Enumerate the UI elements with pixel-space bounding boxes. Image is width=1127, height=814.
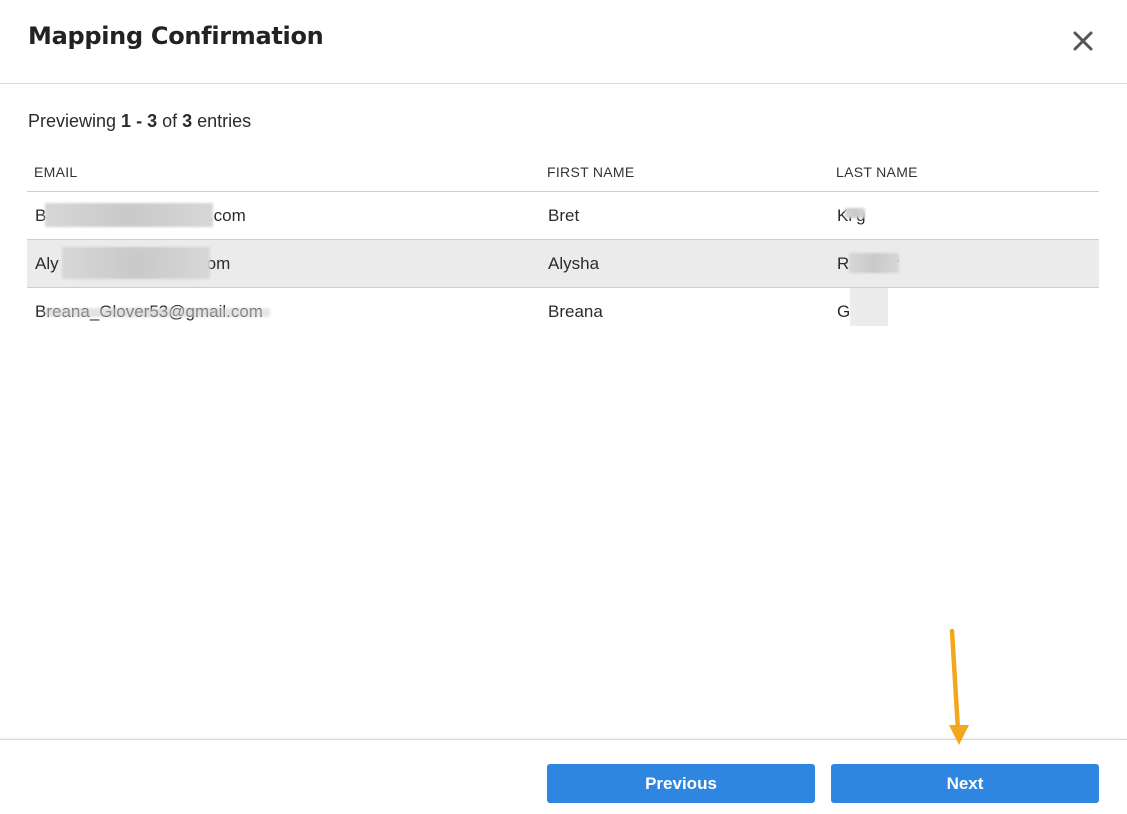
table-row[interactable]: Bil.com Bret Kig — [27, 191, 1099, 240]
first-name-cell: Bret — [540, 191, 829, 240]
column-header-last-name: LAST NAME — [829, 152, 1099, 192]
last-name-cell: Gt — [829, 287, 1099, 336]
total-count: 3 — [182, 111, 193, 131]
first-name-cell: Breana — [548, 301, 603, 321]
annotation-arrow-icon — [949, 628, 969, 745]
entries-table: EMAIL FIRST NAME LAST NAME Bil.com Bret … — [27, 152, 1099, 335]
close-button[interactable] — [1068, 26, 1098, 56]
dialog-header: Mapping Confirmation — [0, 0, 1127, 84]
email-cell: Breana_Glover53@gmail.com — [27, 288, 540, 336]
last-name-cell: Rr — [829, 239, 1099, 288]
email-cell: Bil.com — [27, 191, 540, 240]
column-header-email: EMAIL — [27, 152, 540, 192]
table-row[interactable]: Breana_Glover53@gmail.com Breana Gt — [27, 287, 1099, 336]
column-header-first-name: FIRST NAME — [540, 152, 829, 192]
preview-summary: Previewing 1 - 3 of 3 entries — [28, 111, 252, 131]
first-name-cell: Alysha — [540, 239, 829, 288]
mapping-confirmation-dialog: Mapping Confirmation Previewing 1 - 3 of… — [0, 0, 1127, 814]
next-button[interactable]: Next — [831, 764, 1099, 803]
dialog-footer: Previous Next — [0, 739, 1127, 814]
last-name-cell: Kig — [829, 191, 1099, 240]
close-icon — [1073, 31, 1093, 51]
range-end: 3 — [147, 111, 158, 131]
table-row[interactable]: Alyom Alysha Rr — [27, 239, 1099, 288]
table-header-row: EMAIL FIRST NAME LAST NAME — [27, 152, 1099, 192]
email-cell: Aly om — [27, 239, 540, 288]
range-start: 1 — [121, 111, 132, 131]
dialog-title: Mapping Confirmation — [28, 22, 324, 50]
previous-button[interactable]: Previous — [547, 764, 815, 803]
